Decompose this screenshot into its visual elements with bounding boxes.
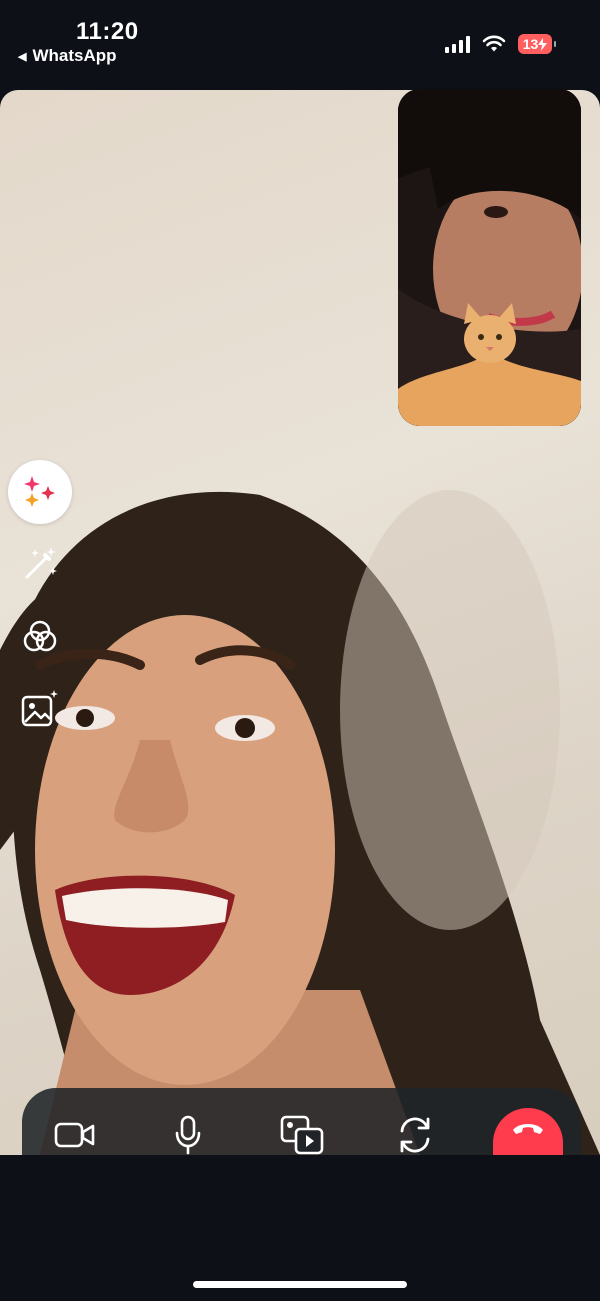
sparkles-effects-icon bbox=[24, 476, 55, 507]
clock: 11:20 bbox=[76, 18, 139, 45]
self-view-pip[interactable] bbox=[398, 89, 581, 426]
back-app-label: WhatsApp bbox=[32, 46, 117, 65]
video-camera-icon bbox=[54, 1122, 95, 1148]
effects-button[interactable] bbox=[8, 460, 72, 524]
filters-icon bbox=[23, 620, 57, 652]
wifi-icon bbox=[482, 35, 506, 52]
magic-wand-icon bbox=[25, 547, 57, 579]
mute-button[interactable] bbox=[164, 1115, 212, 1155]
cellular-signal-icon bbox=[445, 35, 470, 53]
video-toggle-button[interactable] bbox=[51, 1115, 99, 1155]
filters-button[interactable] bbox=[19, 616, 61, 658]
microphone-icon bbox=[175, 1115, 201, 1155]
magic-wand-button[interactable] bbox=[19, 543, 61, 585]
status-bar: 11:20 ◀ WhatsApp 13 bbox=[0, 0, 600, 90]
back-to-app-link[interactable]: ◀ WhatsApp bbox=[18, 46, 117, 66]
flip-camera-icon bbox=[400, 1117, 430, 1153]
background-image-icon bbox=[21, 690, 58, 727]
self-view-video bbox=[398, 89, 581, 426]
battery-indicator: 13 bbox=[518, 34, 556, 54]
battery-level: 13 bbox=[522, 36, 539, 52]
home-indicator[interactable] bbox=[193, 1281, 407, 1288]
background-button[interactable] bbox=[19, 688, 61, 730]
status-icons: 13 bbox=[445, 34, 556, 54]
back-arrow-icon: ◀ bbox=[18, 50, 27, 63]
charging-bolt-icon bbox=[538, 37, 548, 51]
flip-camera-button[interactable] bbox=[391, 1115, 439, 1155]
share-screen-icon bbox=[280, 1115, 324, 1155]
end-call-icon bbox=[513, 1124, 543, 1134]
share-screen-button[interactable] bbox=[278, 1115, 326, 1155]
